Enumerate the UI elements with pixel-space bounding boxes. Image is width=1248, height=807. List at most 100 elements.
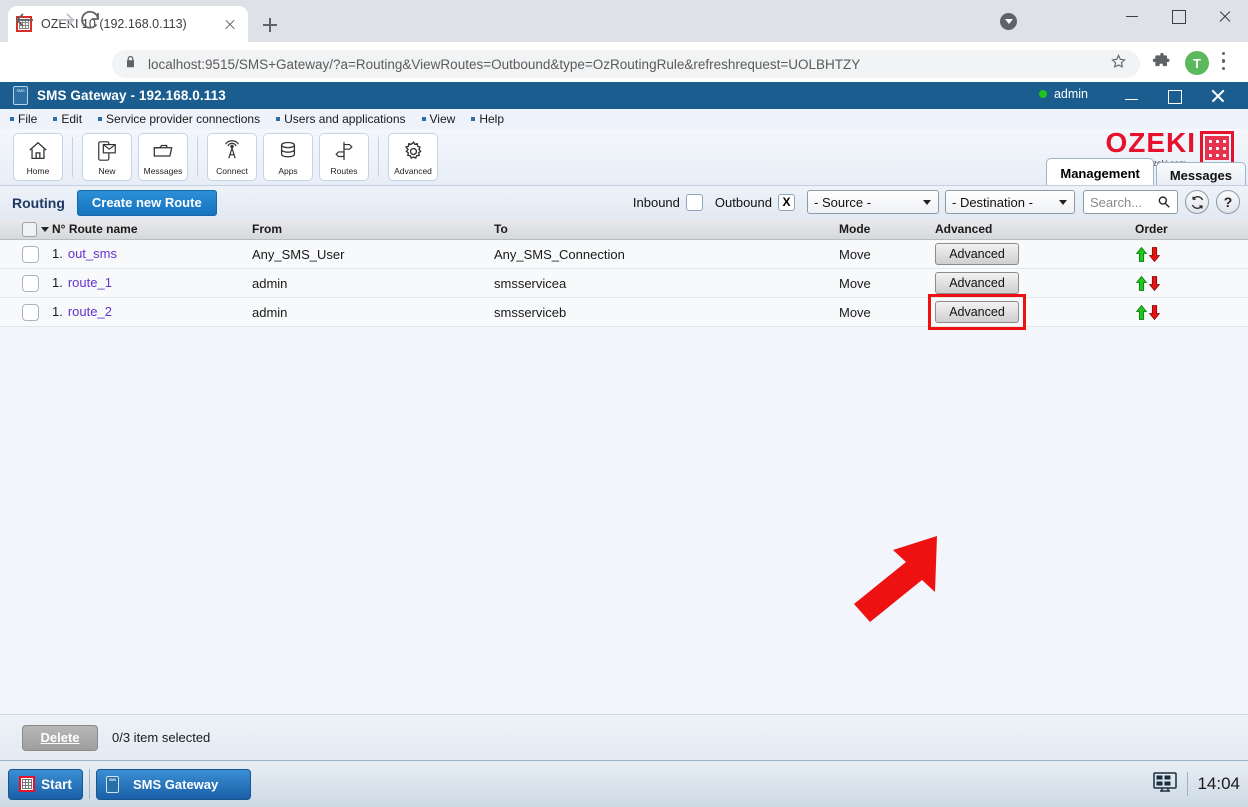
lock-icon [124,55,138,74]
refresh-button[interactable] [1185,190,1209,214]
download-indicator-icon[interactable] [1000,13,1017,30]
route-index: 1. [52,304,63,319]
menu-file[interactable]: File [10,112,37,126]
route-advanced-cell: Advanced [935,243,1135,265]
ribbon-connect-label: Connect [216,166,248,176]
ribbon-advanced-button[interactable]: Advanced [388,133,438,181]
route-to: smsservicea [494,275,567,291]
source-select-value: - Source - [814,194,872,210]
delete-button[interactable]: Delete [22,724,98,751]
reload-icon[interactable] [78,8,102,32]
outbound-checkbox[interactable]: X [778,193,795,211]
bookmark-star-icon[interactable] [1110,53,1128,75]
app-maximize-button[interactable] [1154,82,1194,109]
move-down-icon [1148,304,1161,320]
ozeki-app-window: SMS Gateway - 192.168.0.113 admin File E… [0,82,1248,760]
move-up-icon [1135,246,1148,262]
ribbon-advanced-label: Advanced [394,166,432,176]
outbound-label: Outbound [714,194,772,210]
inbound-checkbox[interactable] [685,193,703,211]
menu-help[interactable]: Help [471,112,504,126]
panel-footer: Delete 0/3 item selected [0,714,1248,760]
browser-menu-icon[interactable] [1222,52,1226,74]
advanced-button-wrap: Advanced [935,272,1019,294]
ribbon-connect-button[interactable]: Connect [207,133,257,181]
window-maximize-button[interactable] [1156,0,1202,32]
row-select-cell[interactable] [0,303,52,321]
app-close-button[interactable] [1198,82,1238,109]
table-row[interactable]: 1. route_2 admin smsserviceb Move Advance… [0,294,1248,330]
ribbon-messages-button[interactable]: Messages [138,133,188,181]
table-row[interactable]: 1. out_sms Any_SMS_User Any_SMS_Connectio… [0,240,1248,269]
advanced-button[interactable]: Advanced [935,243,1019,265]
table-row[interactable]: 1. route_1 admin smsservicea Move Advance… [0,269,1248,298]
row-checkbox[interactable] [22,245,39,263]
routing-section-label: Routing [12,194,65,211]
source-select[interactable]: - Source - [807,190,939,214]
route-name-link[interactable]: out_sms [68,246,117,261]
start-logo-icon [19,776,36,792]
destination-select[interactable]: - Destination - [945,190,1075,214]
ribbon-new-button[interactable]: New [82,133,132,181]
ribbon-home-button[interactable]: Home [13,133,63,181]
advanced-button[interactable]: Advanced [935,272,1019,294]
route-index: 1. [52,275,63,290]
route-index: 1. [52,246,63,261]
ribbon-apps-button[interactable]: Apps [263,133,313,181]
show-desktop-icon[interactable] [1152,771,1178,798]
taskbar-clock[interactable]: 14:04 [1197,774,1240,794]
window-close-button[interactable] [1202,0,1248,32]
current-user[interactable]: admin [1038,87,1088,101]
advanced-button[interactable]: Advanced [935,301,1019,323]
ozeki-wordmark: OZEKI [1105,127,1196,158]
order-arrows[interactable] [1135,246,1245,262]
browser-tab[interactable]: OZEKI 10 (192.168.0.113) [8,6,248,42]
route-name-cell: 1. route_1 [52,274,252,292]
select-all-checkbox[interactable] [22,221,37,237]
row-checkbox[interactable] [22,274,39,292]
window-minimize-button[interactable] [1110,0,1156,32]
row-select-cell[interactable] [0,245,52,263]
move-down-icon [1148,246,1161,262]
start-button[interactable]: Start [8,768,83,800]
profile-avatar[interactable]: T [1185,51,1209,75]
help-button[interactable]: ? [1216,190,1240,214]
order-arrows[interactable] [1135,275,1245,291]
select-all-cell[interactable] [0,221,52,237]
new-tab-button[interactable] [256,11,284,39]
app-minimize-button[interactable] [1112,82,1152,109]
address-bar[interactable]: localhost:9515/SMS+Gateway/?a=Routing&Vi… [112,50,1140,78]
table-header-row: N° Route name From To Mode Advanced Orde… [0,219,1248,240]
route-advanced-cell: Advanced [928,294,1135,330]
menu-edit[interactable]: Edit [53,112,82,126]
route-name-link[interactable]: route_1 [68,275,112,290]
forward-icon [53,8,77,32]
route-mode: Move [839,304,871,320]
home-icon [27,138,49,164]
back-icon[interactable] [13,8,37,32]
menu-users-and-applications[interactable]: Users and applications [276,112,405,126]
gear-icon [402,138,425,164]
online-status-dot-icon [1038,90,1047,98]
extensions-puzzle-icon[interactable] [1152,52,1172,77]
close-icon[interactable] [220,14,240,34]
create-new-route-button[interactable]: Create new Route [76,189,217,216]
ribbon-routes-label: Routes [330,166,358,176]
ribbon-divider [72,137,73,177]
chevron-down-icon[interactable] [41,226,49,232]
order-arrows[interactable] [1135,304,1245,320]
menu-view[interactable]: View [422,112,456,126]
search-input[interactable]: Search... [1083,190,1178,214]
menu-service-provider-connections[interactable]: Service provider connections [98,112,260,126]
tab-management[interactable]: Management [1046,158,1154,188]
selection-count-label: 0/3 item selected [112,730,211,745]
move-up-icon [1135,275,1148,291]
row-checkbox[interactable] [22,303,39,321]
column-header-order: Order [1135,222,1168,236]
route-name-link[interactable]: route_2 [68,304,112,319]
ribbon-apps-label: Apps [278,166,298,176]
row-select-cell[interactable] [0,274,52,292]
taskbar-divider [89,769,90,799]
taskbar-item-sms-gateway[interactable]: SMS Gateway [96,768,251,800]
ribbon-routes-button[interactable]: Routes [319,133,369,181]
